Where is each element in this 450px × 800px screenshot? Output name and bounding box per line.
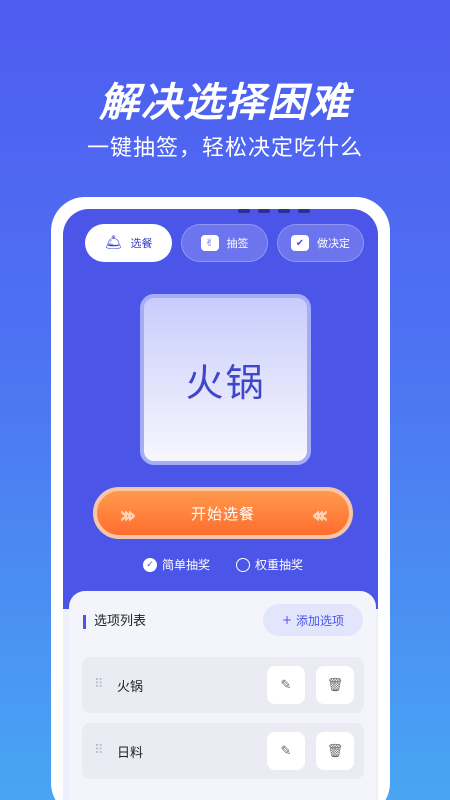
- result-card: 火锅: [140, 294, 311, 465]
- list-item-label: 火锅: [117, 680, 144, 695]
- result-text: 火锅: [185, 361, 266, 405]
- draw-mode-options: ✓ 简单抽奖 权重抽奖: [143, 556, 303, 573]
- chevrons-left-icon: ‹‹‹: [311, 501, 329, 529]
- tab-label: 做决定: [317, 237, 350, 250]
- plus-icon: +: [281, 613, 293, 627]
- add-option-button[interactable]: + 添加选项: [263, 604, 363, 636]
- add-option-label: 添加选项: [296, 613, 345, 628]
- hero-subtitle: 一键抽签，轻松决定吃什么: [86, 136, 363, 161]
- phone-frame: 🛎 选餐 ✌ 抽签 ✔ 做决定 火锅 ››› 开始选餐 ‹‹‹ ✓ 简单抽奖 权…: [51, 197, 390, 800]
- list-item-label: 日料: [117, 746, 144, 761]
- trash-icon[interactable]: 🗑: [316, 666, 354, 704]
- header-panel: 🛎 选餐 ✌ 抽签 ✔ 做决定 火锅 ››› 开始选餐 ‹‹‹ ✓ 简单抽奖 权…: [63, 209, 378, 609]
- start-button-label: 开始选餐: [190, 504, 255, 523]
- mode-weighted[interactable]: 权重抽奖: [236, 556, 303, 573]
- status-bar: [238, 209, 358, 215]
- app-screen: 🛎 选餐 ✌ 抽签 ✔ 做决定 火锅 ››› 开始选餐 ‹‹‹ ✓ 简单抽奖 权…: [63, 209, 378, 800]
- radio-unchecked-icon: [236, 557, 251, 572]
- tab-decide[interactable]: ✔ 做决定: [277, 224, 364, 262]
- options-list-title: 选项列表: [83, 615, 146, 629]
- mode-label: 权重抽奖: [255, 558, 304, 572]
- mode-label: 简单抽奖: [162, 558, 211, 572]
- list-item: ⠿ 火锅 ✎ 🗑: [82, 657, 364, 713]
- mode-tabs: 🛎 选餐 ✌ 抽签 ✔ 做决定: [85, 224, 365, 264]
- checklist-icon: ✔: [291, 235, 309, 251]
- drag-handle-icon[interactable]: ⠿: [94, 743, 105, 758]
- drag-handle-icon[interactable]: ⠿: [94, 677, 105, 692]
- lottery-icon: ✌: [200, 235, 219, 251]
- radio-checked-icon: ✓: [143, 557, 157, 572]
- mode-simple[interactable]: ✓ 简单抽奖: [143, 556, 210, 573]
- hero-title: 解决选择困难: [99, 80, 351, 126]
- edit-icon[interactable]: ✎: [267, 666, 305, 704]
- tab-meal[interactable]: 🛎 选餐: [85, 224, 172, 262]
- list-item: ⠿ 日料 ✎ 🗑: [82, 723, 364, 779]
- edit-icon[interactable]: ✎: [267, 732, 305, 770]
- tab-lottery[interactable]: ✌ 抽签: [181, 224, 268, 262]
- tab-label: 选餐: [130, 237, 153, 250]
- options-list-panel: 选项列表 + 添加选项 ⠿ 火锅 ✎ 🗑 ⠿ 日料 ✎ 🗑: [69, 591, 376, 800]
- chevrons-right-icon: ›››: [119, 501, 137, 529]
- start-button[interactable]: ››› 开始选餐 ‹‹‹: [93, 487, 353, 539]
- trash-icon[interactable]: 🗑: [316, 732, 354, 770]
- cloche-icon: 🛎: [104, 235, 123, 251]
- tab-label: 抽签: [226, 237, 249, 250]
